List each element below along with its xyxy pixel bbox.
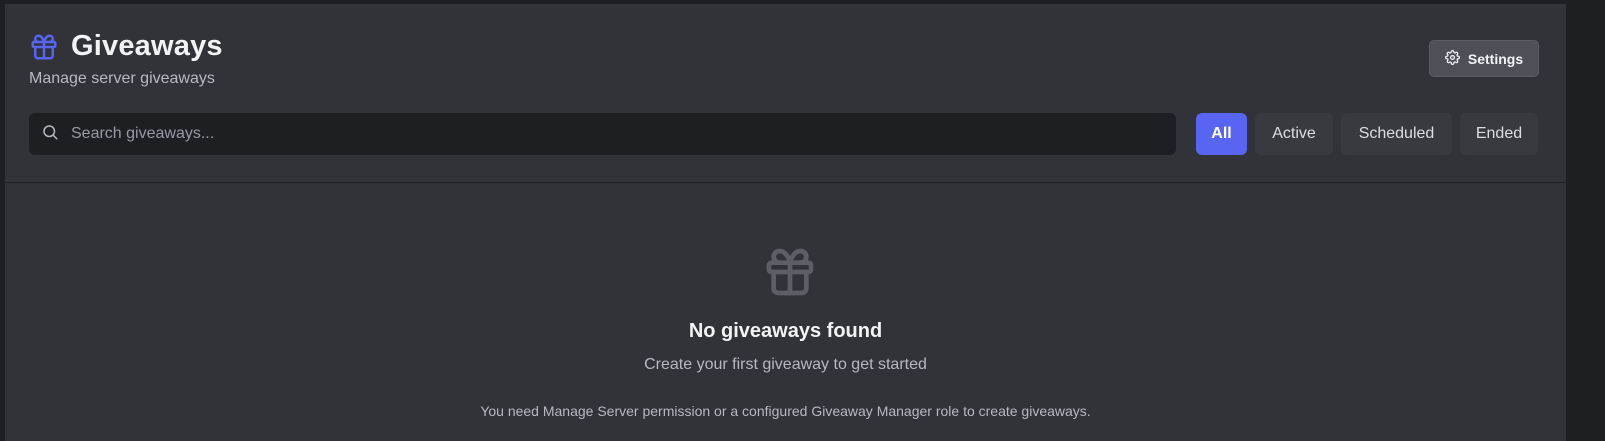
search-input[interactable] [69,124,1176,144]
filter-ended-button[interactable]: Ended [1460,113,1538,155]
gear-icon [1444,49,1460,68]
page-header: Giveaways Manage server giveaways Settin… [5,4,1566,183]
settings-button[interactable]: Settings [1429,40,1539,77]
search-icon [41,123,59,146]
filter-all-button[interactable]: All [1196,113,1247,155]
page-title: Giveaways [71,30,223,62]
empty-state-title: No giveaways found [688,320,883,342]
permission-note: You need Manage Server permission or a c… [480,403,1091,419]
empty-state-subtitle: Create your first giveaway to get starte… [644,356,927,373]
giveaways-panel: Giveaways Manage server giveaways Settin… [5,4,1566,441]
gift-icon [29,32,59,62]
settings-label: Settings [1467,50,1524,67]
page-subtitle: Manage server giveaways [29,70,215,87]
search-bar [29,113,1176,155]
title-row: Giveaways [29,30,223,63]
gift-icon [762,244,818,300]
filter-active-button[interactable]: Active [1255,113,1333,155]
filter-scheduled-button[interactable]: Scheduled [1341,113,1452,155]
